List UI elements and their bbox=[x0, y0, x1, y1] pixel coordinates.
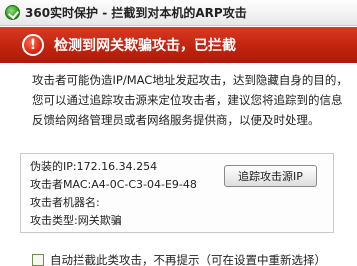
window-titlebar: 360实时保护 - 拦截到对本机的ARP攻击 bbox=[0, 0, 357, 26]
auto-block-option[interactable]: 自动拦截此类攻击，不再提示（可在设置中重新选择） bbox=[32, 253, 326, 266]
attack-type-label: 攻击类型: bbox=[30, 214, 78, 227]
auto-block-checkbox[interactable] bbox=[32, 254, 44, 266]
attack-info-panel: 伪装的IP: 172.16.34.254 攻击者MAC: A4-0C-C3-04… bbox=[20, 153, 334, 233]
attacker-mac-value: A4-0C-C3-04-E9-48 bbox=[91, 178, 197, 191]
fake-ip-row: 伪装的IP: 172.16.34.254 bbox=[30, 158, 197, 176]
attack-type-value: 网关欺骗 bbox=[77, 214, 122, 227]
description-line: 攻击者可能伪造IP/MAC地址发起攻击，达到隐藏自身的目的， bbox=[32, 73, 348, 87]
trace-attack-source-button[interactable]: 追踪攻击源IP bbox=[224, 165, 317, 187]
attack-info-list: 伪装的IP: 172.16.34.254 攻击者MAC: A4-0C-C3-04… bbox=[30, 158, 197, 230]
attack-description: 攻击者可能伪造IP/MAC地址发起攻击，达到隐藏自身的目的， 您可以通过追踪攻击… bbox=[32, 70, 350, 130]
fake-ip-value: 172.16.34.254 bbox=[76, 160, 158, 173]
attack-type-row: 攻击类型: 网关欺骗 bbox=[30, 212, 197, 230]
window-title: 360实时保护 - 拦截到对本机的ARP攻击 bbox=[25, 6, 247, 20]
warning-icon: ! bbox=[22, 34, 44, 56]
alert-message: 检测到网关欺骗攻击，已拦截 bbox=[54, 38, 236, 54]
alert-banner: ! 检测到网关欺骗攻击，已拦截 bbox=[0, 27, 357, 63]
description-line: 反馈给网络管理员或者网络服务提供商，以便及时处理。 bbox=[32, 113, 320, 127]
attacker-host-label: 攻击者机器名: bbox=[30, 196, 100, 209]
app-logo-icon bbox=[5, 5, 20, 20]
attacker-mac-row: 攻击者MAC: A4-0C-C3-04-E9-48 bbox=[30, 176, 197, 194]
auto-block-label: 自动拦截此类攻击，不再提示（可在设置中重新选择） bbox=[50, 253, 326, 266]
attacker-mac-label: 攻击者MAC: bbox=[30, 178, 92, 191]
description-line: 您可以通过追踪攻击源来定位攻击者，建议您将追踪到的信息 bbox=[32, 93, 343, 107]
fake-ip-label: 伪装的IP: bbox=[30, 160, 77, 173]
attacker-host-row: 攻击者机器名: bbox=[30, 194, 197, 212]
